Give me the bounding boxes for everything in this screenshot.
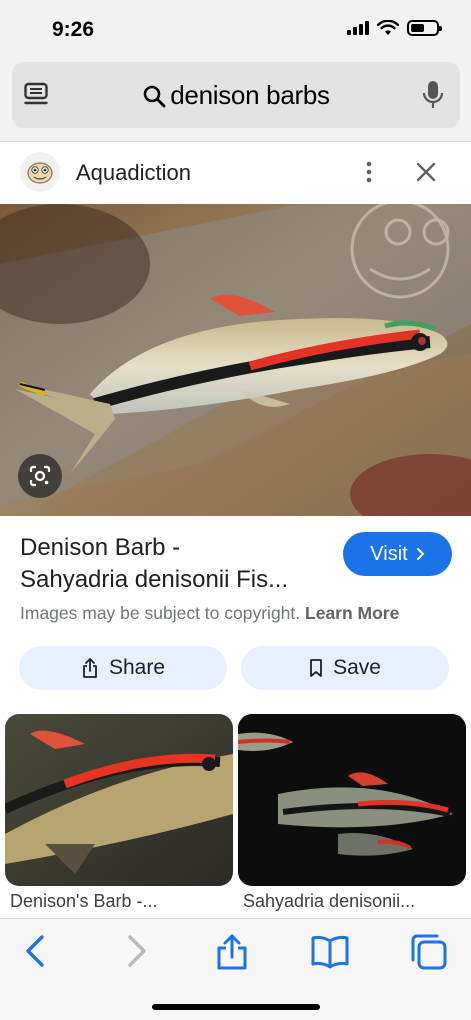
related-caption-2[interactable]: Sahyadria denisonii... bbox=[243, 891, 415, 912]
search-field[interactable]: denison barbs bbox=[12, 80, 460, 111]
bookmark-icon bbox=[310, 659, 322, 677]
related-image-1[interactable] bbox=[5, 714, 233, 886]
visit-button[interactable]: Visit bbox=[343, 532, 452, 576]
microphone-icon[interactable] bbox=[422, 80, 444, 110]
search-icon bbox=[143, 85, 166, 107]
related-caption-1[interactable]: Denison's Barb -... bbox=[10, 891, 158, 912]
chevron-right-icon bbox=[416, 548, 425, 560]
search-bar[interactable]: denison barbs bbox=[12, 62, 460, 128]
more-vertical-icon[interactable] bbox=[360, 160, 378, 184]
source-header: Aquadiction bbox=[0, 142, 471, 204]
copyright-notice: Images may be subject to copyright. Lear… bbox=[20, 603, 399, 624]
search-area: denison barbs bbox=[0, 58, 471, 142]
result-title-line-2: Sahyadria denisonii Fis... bbox=[20, 566, 289, 593]
status-icons bbox=[347, 20, 442, 36]
bottom-toolbar bbox=[0, 918, 471, 1020]
search-query-text[interactable]: denison barbs bbox=[170, 80, 330, 111]
source-logo[interactable] bbox=[20, 152, 60, 192]
save-label: Save bbox=[333, 656, 381, 679]
forward-icon[interactable] bbox=[122, 933, 152, 969]
aquadiction-logo-icon bbox=[27, 162, 53, 184]
fish-photo bbox=[0, 204, 471, 516]
tabs-overview-icon[interactable] bbox=[410, 933, 448, 971]
cellular-signal-icon bbox=[347, 21, 369, 35]
home-indicator bbox=[152, 1004, 320, 1010]
bookmarks-icon[interactable] bbox=[310, 933, 350, 969]
copyright-text: Images may be subject to copyright. bbox=[20, 603, 301, 623]
wifi-icon bbox=[377, 20, 399, 35]
related-fish-photo-2 bbox=[238, 714, 466, 886]
battery-icon bbox=[407, 20, 442, 36]
share-icon bbox=[83, 658, 97, 678]
share-label: Share bbox=[108, 656, 166, 679]
visit-label: Visit bbox=[370, 542, 408, 565]
back-icon[interactable] bbox=[20, 933, 50, 969]
visual-search-button[interactable] bbox=[18, 454, 62, 498]
share-button[interactable]: Share bbox=[19, 646, 227, 690]
close-icon[interactable] bbox=[414, 160, 438, 184]
share-icon[interactable] bbox=[214, 933, 250, 971]
source-name[interactable]: Aquadiction bbox=[76, 160, 191, 186]
learn-more-link[interactable]: Learn More bbox=[305, 603, 399, 623]
result-title-line-1: Denison Barb - bbox=[20, 534, 181, 561]
status-time: 9:26 bbox=[52, 18, 95, 41]
result-title[interactable]: Denison Barb - Sahyadria denisonii Fis..… bbox=[20, 532, 330, 596]
related-fish-photo-1 bbox=[5, 714, 233, 886]
status-bar: 9:26 bbox=[0, 0, 471, 58]
google-lens-icon bbox=[29, 465, 51, 487]
main-result-image[interactable] bbox=[0, 204, 471, 516]
save-button[interactable]: Save bbox=[241, 646, 449, 690]
related-image-2[interactable] bbox=[238, 714, 466, 886]
